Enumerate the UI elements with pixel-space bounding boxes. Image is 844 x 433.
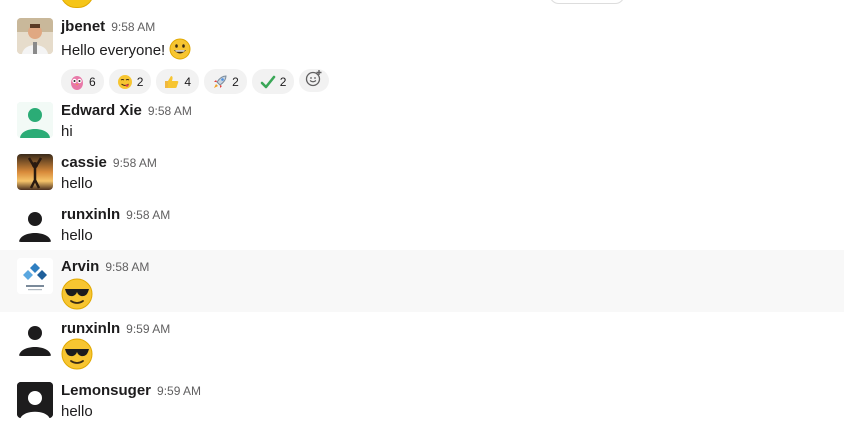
- reaction-count: 2: [232, 74, 239, 89]
- reaction-owl[interactable]: 6: [61, 69, 104, 94]
- add-reaction-button[interactable]: [299, 69, 330, 92]
- message-header: runxinln 9:59 AM: [61, 320, 170, 338]
- message-header: jbenet 9:58 AM: [61, 18, 155, 36]
- reaction-count: 6: [89, 74, 96, 89]
- owl-icon: [69, 74, 85, 90]
- message-text: hello: [61, 403, 93, 420]
- thumbs-up-icon: [164, 74, 180, 90]
- message-item[interactable]: Edward Xie 9:58 AM hi: [0, 96, 844, 148]
- add-reaction-icon: [305, 69, 323, 92]
- avatar[interactable]: [17, 206, 53, 242]
- sunglasses-face-icon: [61, 278, 93, 315]
- reaction-thumbsup[interactable]: 4: [156, 69, 200, 94]
- reaction-count: 2: [136, 74, 144, 89]
- timestamp[interactable]: 9:58 AM: [105, 260, 149, 274]
- username[interactable]: Arvin: [61, 258, 99, 275]
- avatar[interactable]: [17, 18, 53, 54]
- rocket-icon: [212, 74, 228, 90]
- message-header: Edward Xie 9:58 AM: [61, 102, 192, 120]
- reaction-yum[interactable]: 2: [108, 69, 152, 94]
- reaction-check[interactable]: 2: [251, 69, 295, 94]
- message-header: runxinln 9:58 AM: [61, 206, 170, 224]
- timestamp[interactable]: 9:58 AM: [126, 208, 170, 222]
- reaction-count: 2: [279, 74, 287, 89]
- avatar[interactable]: [17, 154, 53, 190]
- message-item[interactable]: Lemonsuger 9:59 AM hello: [0, 376, 844, 433]
- reaction-rocket[interactable]: 2: [204, 69, 247, 94]
- sunglasses-face-icon: [61, 338, 93, 375]
- previous-message-fragment: [0, 0, 844, 8]
- username[interactable]: runxinln: [61, 320, 120, 337]
- message-header: Lemonsuger 9:59 AM: [61, 382, 201, 400]
- message-header: cassie 9:58 AM: [61, 154, 157, 172]
- message-text: Hello everyone!: [61, 38, 191, 64]
- username[interactable]: cassie: [61, 154, 107, 171]
- reaction-count: 4: [184, 74, 192, 89]
- avatar[interactable]: [17, 102, 53, 138]
- message-item[interactable]: runxinln 9:58 AM hello: [0, 200, 844, 250]
- timestamp[interactable]: 9:59 AM: [126, 322, 170, 336]
- grinning-face-icon: [169, 38, 191, 64]
- reaction-emoji-partial: [60, 0, 94, 8]
- username[interactable]: jbenet: [61, 18, 105, 35]
- avatar[interactable]: [17, 258, 53, 294]
- avatar[interactable]: [17, 320, 53, 356]
- message-body: Hello everyone!: [61, 41, 166, 59]
- message-item[interactable]: runxinln 9:59 AM: [0, 312, 844, 376]
- check-mark-icon: [260, 74, 276, 90]
- message-text: hi: [61, 123, 73, 140]
- avatar[interactable]: [17, 382, 53, 418]
- username[interactable]: Edward Xie: [61, 102, 142, 119]
- message-text: hello: [61, 227, 93, 244]
- timestamp[interactable]: 9:58 AM: [148, 104, 192, 118]
- message-text: hello: [61, 175, 93, 192]
- timestamp[interactable]: 9:58 AM: [113, 156, 157, 170]
- message-item[interactable]: jbenet 9:58 AM Hello everyone! 6 2 4 2 2: [0, 8, 844, 96]
- username[interactable]: Lemonsuger: [61, 382, 151, 399]
- reactions-bar: 6 2 4 2 2: [61, 69, 330, 94]
- button-partial[interactable]: [549, 0, 625, 4]
- timestamp[interactable]: 9:58 AM: [111, 20, 155, 34]
- message-item[interactable]: Arvin 9:58 AM: [0, 250, 844, 312]
- timestamp[interactable]: 9:59 AM: [157, 384, 201, 398]
- message-item[interactable]: cassie 9:58 AM hello: [0, 148, 844, 200]
- message-header: Arvin 9:58 AM: [61, 258, 149, 276]
- username[interactable]: runxinln: [61, 206, 120, 223]
- yum-face-icon: [117, 74, 133, 90]
